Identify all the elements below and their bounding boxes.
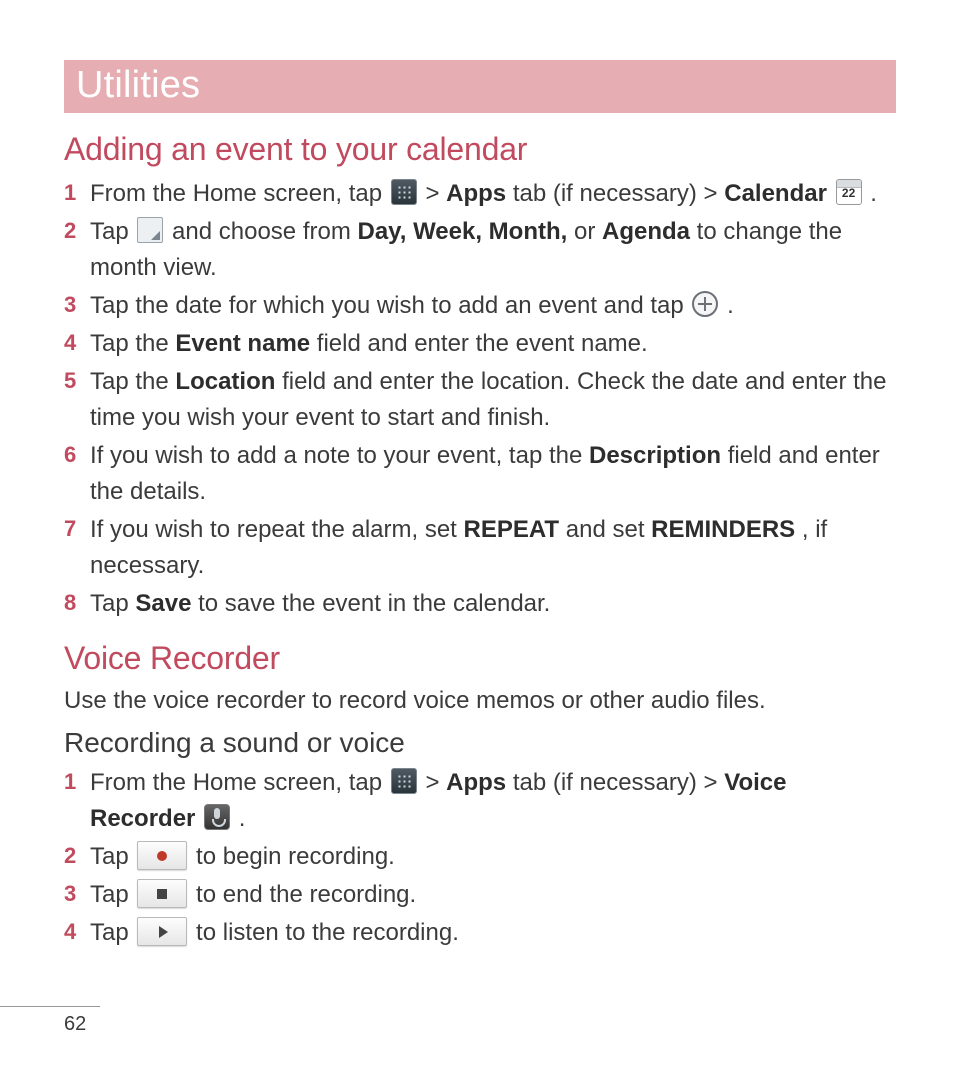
bold-text: Description [589, 442, 721, 469]
text: to listen to the recording. [196, 919, 459, 946]
text: If you wish to add a note to your event,… [90, 442, 589, 469]
step-item: Tap to begin recording. [64, 839, 896, 875]
page-footer: 62 [0, 1006, 100, 1036]
record-button-icon [137, 841, 187, 870]
step-item: If you wish to add a note to your event,… [64, 438, 896, 510]
plus-circle-icon [692, 291, 718, 317]
text: Tap [90, 919, 135, 946]
text: > [425, 769, 446, 796]
step-item: Tap and choose from Day, Week, Month, or… [64, 214, 896, 286]
calendar-icon: 22 [836, 179, 862, 205]
step-item: If you wish to repeat the alarm, set REP… [64, 512, 896, 584]
chapter-title-bar: Utilities [64, 60, 896, 113]
text: field and enter the event name. [317, 330, 648, 357]
text: tab (if necessary) > [513, 769, 724, 796]
step-item: Tap Save to save the event in the calend… [64, 586, 896, 622]
text: From the Home screen, tap [90, 769, 389, 796]
voice-recorder-intro: Use the voice recorder to record voice m… [64, 685, 896, 717]
page-number: 62 [0, 1013, 86, 1035]
text: Tap the [90, 330, 175, 357]
calendar-steps: From the Home screen, tap > Apps tab (if… [64, 176, 896, 622]
bold-text: Day, Week, Month, [357, 218, 567, 245]
text: to end the recording. [196, 881, 416, 908]
calendar-day: 22 [837, 183, 861, 203]
text: From the Home screen, tap [90, 180, 389, 207]
text: Tap [90, 218, 135, 245]
step-item: From the Home screen, tap > Apps tab (if… [64, 176, 896, 212]
text: If you wish to repeat the alarm, set [90, 516, 464, 543]
text: Tap the date for which you wish to add a… [90, 292, 690, 319]
step-item: Tap to end the recording. [64, 877, 896, 913]
voice-recorder-icon [204, 804, 230, 830]
manual-page: Utilities Adding an event to your calend… [0, 0, 954, 1074]
text: and set [566, 516, 651, 543]
text: Tap [90, 590, 135, 617]
bold-text: Calendar [724, 180, 827, 207]
bold-text: REMINDERS [651, 516, 795, 543]
text: . [870, 180, 877, 207]
bold-text: Event name [175, 330, 310, 357]
text: to save the event in the calendar. [198, 590, 550, 617]
step-item: From the Home screen, tap > Apps tab (if… [64, 765, 896, 837]
apps-grid-icon [391, 179, 417, 205]
text: Tap the [90, 368, 175, 395]
text: > [425, 180, 446, 207]
subsection-heading-recording: Recording a sound or voice [64, 727, 896, 759]
step-item: Tap to listen to the recording. [64, 915, 896, 951]
dropdown-icon [137, 217, 163, 243]
bold-text: REPEAT [464, 516, 560, 543]
text: . [727, 292, 734, 319]
step-item: Tap the date for which you wish to add a… [64, 288, 896, 324]
section-heading-voice-recorder: Voice Recorder [64, 640, 896, 677]
bold-text: Save [135, 590, 191, 617]
text: Tap [90, 881, 135, 908]
section-heading-calendar: Adding an event to your calendar [64, 131, 896, 168]
recorder-steps: From the Home screen, tap > Apps tab (if… [64, 765, 896, 951]
bold-text: Location [175, 368, 275, 395]
stop-button-icon [137, 879, 187, 908]
bold-text: Apps [446, 769, 506, 796]
text: . [239, 805, 246, 832]
apps-grid-icon [391, 768, 417, 794]
text: tab (if necessary) > [513, 180, 724, 207]
step-item: Tap the Location field and enter the loc… [64, 364, 896, 436]
bold-text: Apps [446, 180, 506, 207]
text: or [574, 218, 602, 245]
play-button-icon [137, 917, 187, 946]
text: and choose from [172, 218, 357, 245]
bold-text: Agenda [602, 218, 690, 245]
chapter-title: Utilities [76, 64, 200, 106]
text: Tap [90, 843, 135, 870]
text: to begin recording. [196, 843, 395, 870]
step-item: Tap the Event name field and enter the e… [64, 326, 896, 362]
